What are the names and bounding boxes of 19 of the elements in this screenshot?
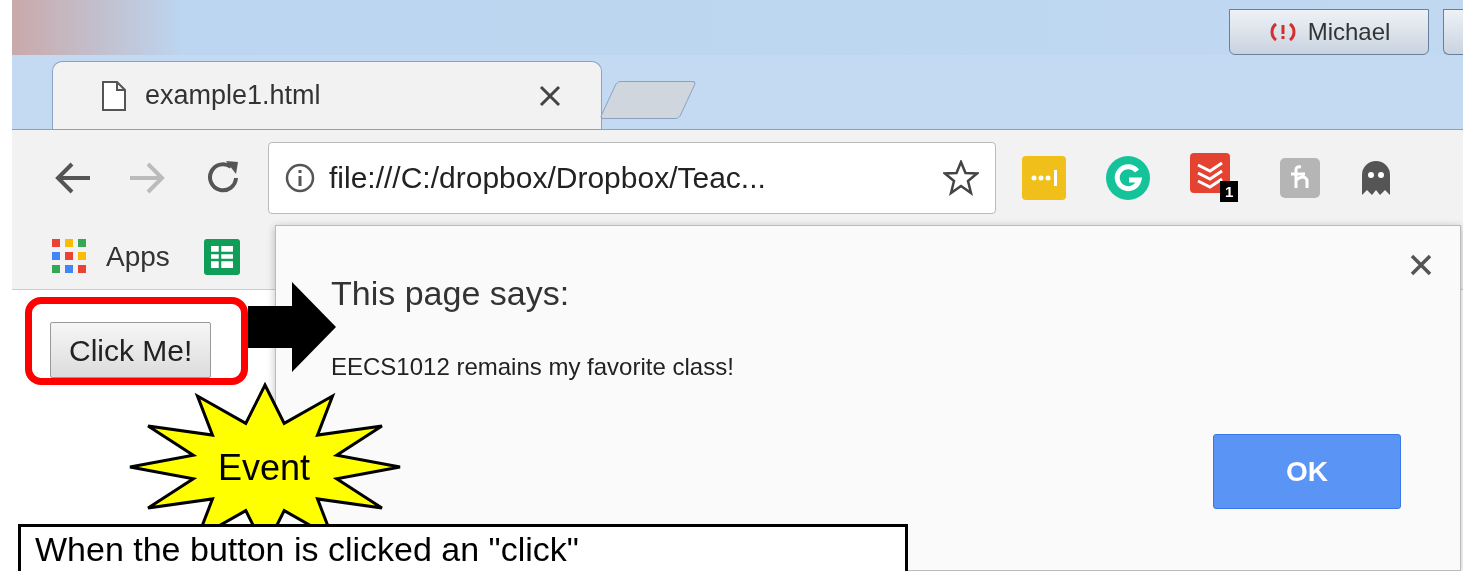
apps-grid-icon: [52, 239, 88, 275]
document-icon: [101, 79, 127, 112]
ghost-icon[interactable]: [1360, 158, 1392, 197]
notification-badge: 1: [1220, 180, 1239, 202]
window-control[interactable]: [1443, 9, 1463, 55]
caption-text: When the button is clicked an "click": [35, 530, 579, 568]
dialog-message: EECS1012 remains my favorite class!: [331, 352, 735, 382]
apps-bookmark[interactable]: Apps: [52, 236, 170, 278]
dialog-title: This page says:: [331, 273, 571, 314]
address-bar[interactable]: file:///C:/dropbox/Dropbox/Teac...: [268, 141, 996, 214]
info-icon: [285, 162, 315, 193]
spreadsheet-bookmark-icon[interactable]: [203, 239, 240, 275]
browser-tab[interactable]: example1.html: [52, 61, 602, 129]
profile-button[interactable]: Michael: [1229, 9, 1429, 55]
burst-label: Event: [218, 446, 311, 490]
star-icon[interactable]: [943, 159, 979, 196]
close-tab-icon[interactable]: [539, 84, 561, 107]
click-me-button[interactable]: Click Me!: [50, 322, 212, 378]
close-icon[interactable]: [1410, 254, 1432, 276]
